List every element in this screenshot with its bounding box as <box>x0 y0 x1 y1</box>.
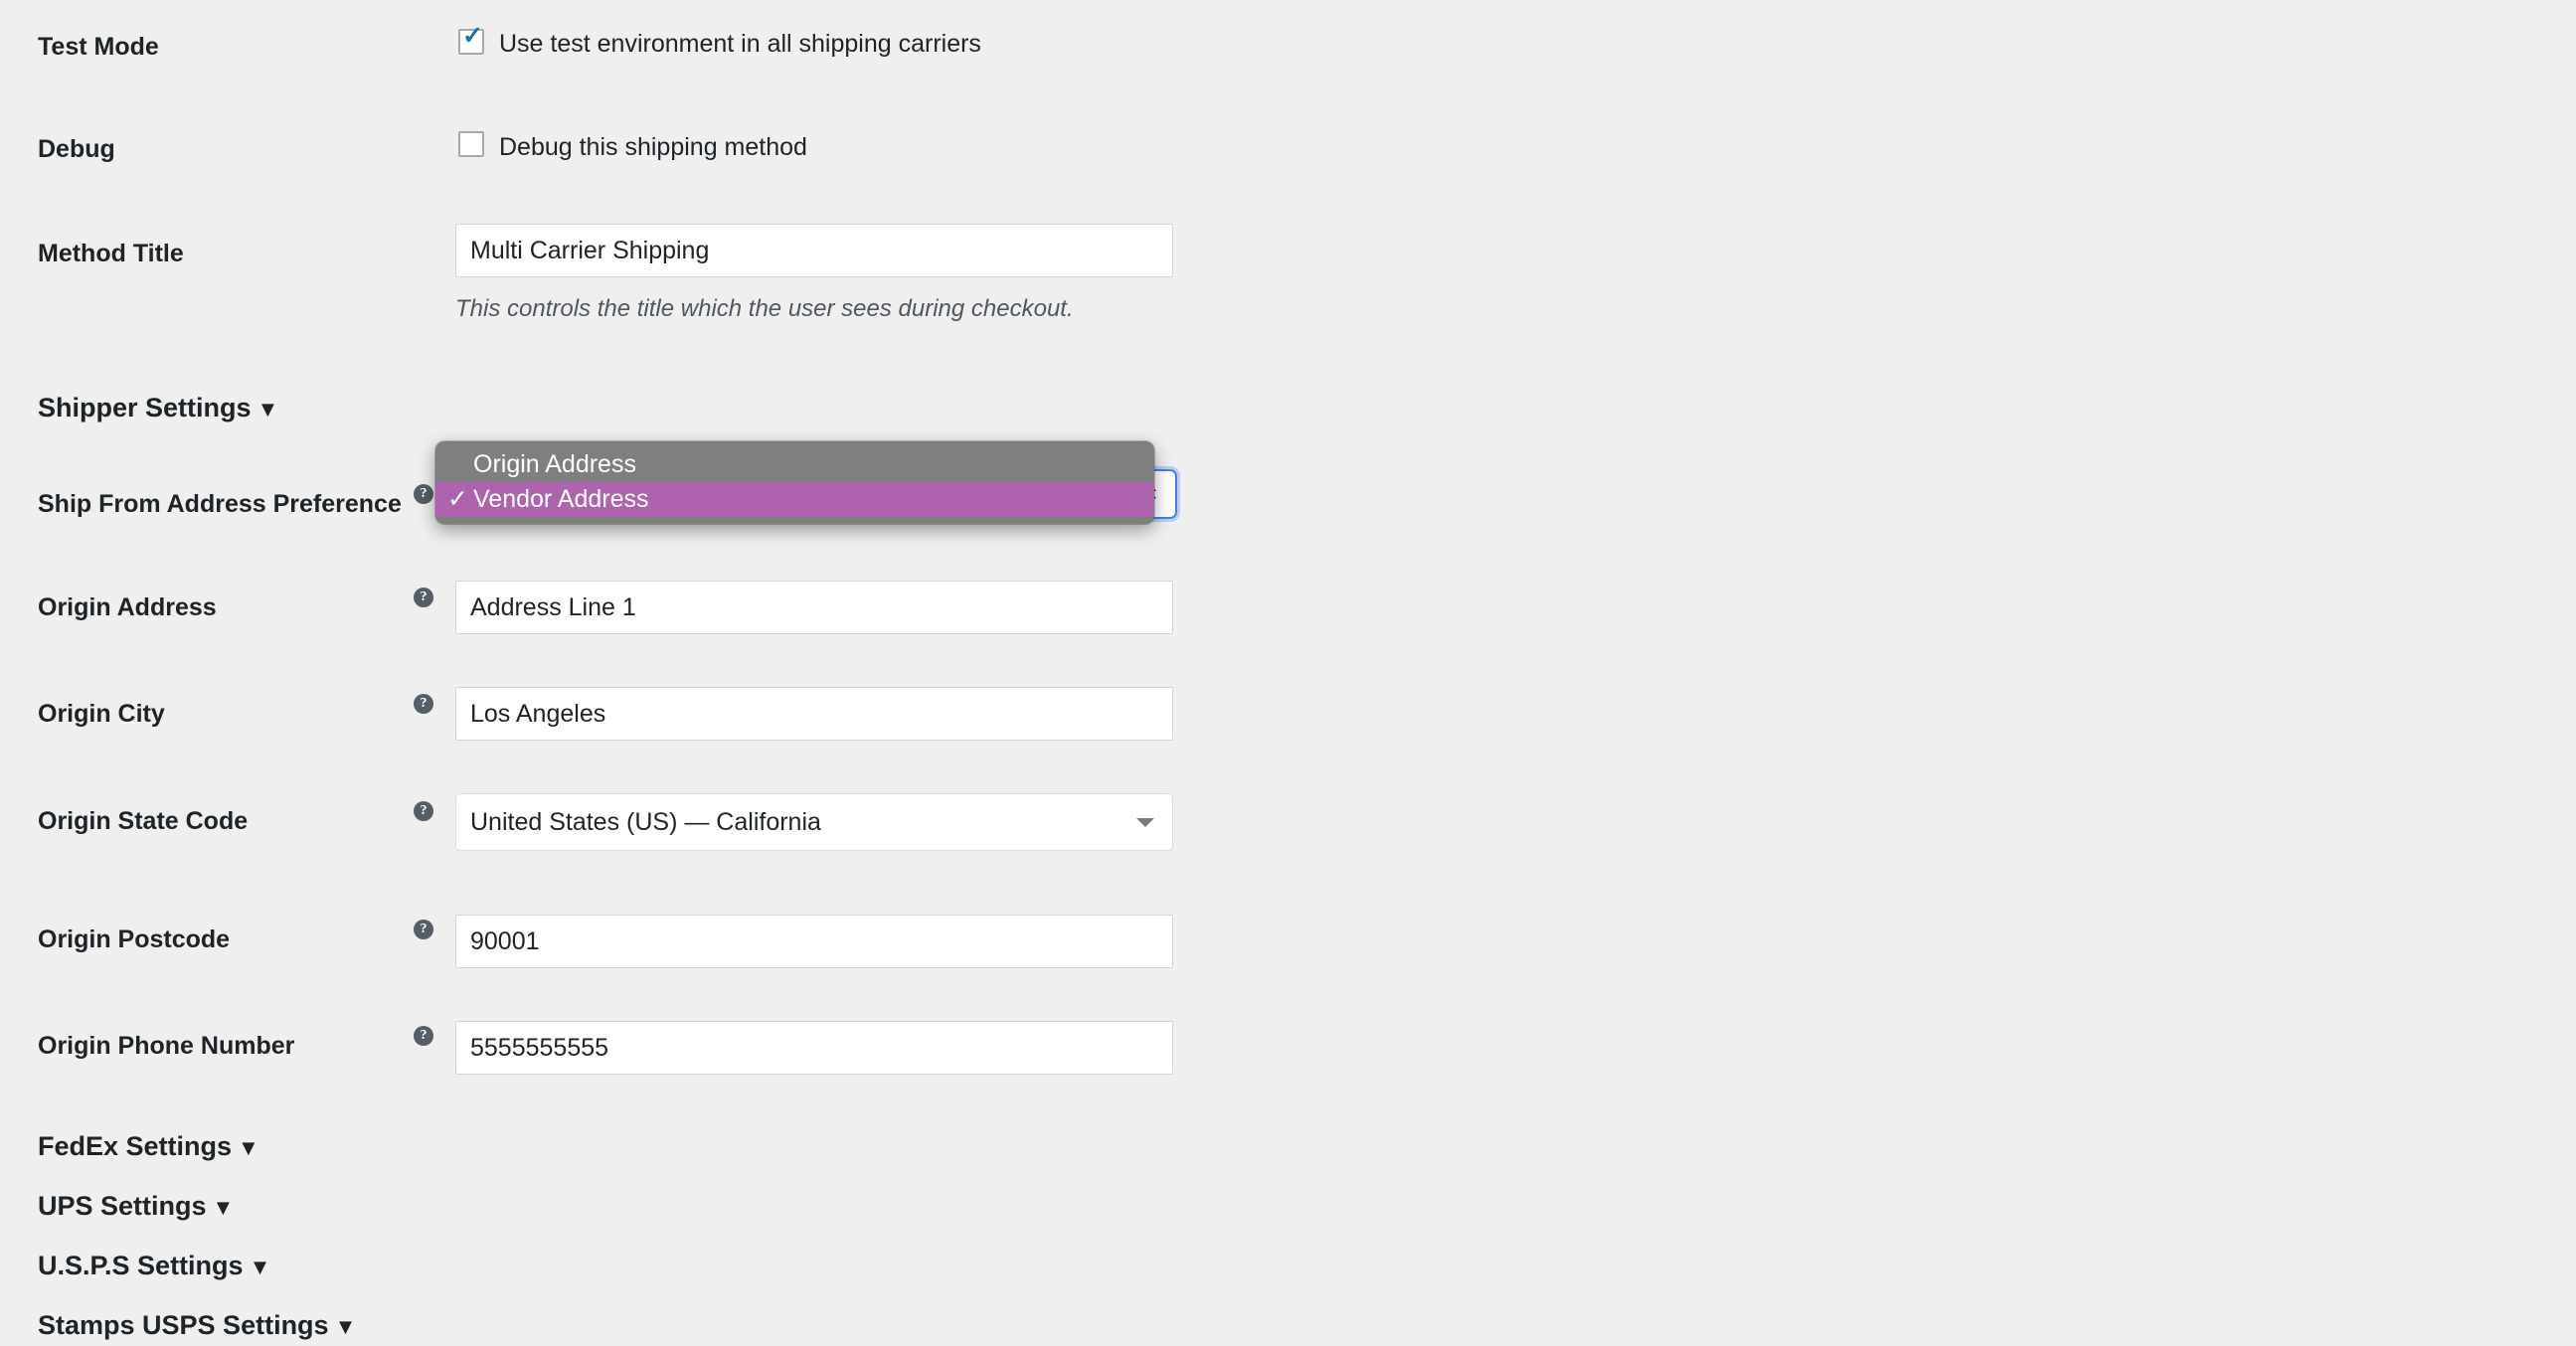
help-icon-origin-postcode[interactable]: ? <box>414 920 433 939</box>
origin-address-input[interactable]: Address Line 1 <box>455 581 1173 634</box>
label-origin-address: Origin Address <box>38 593 217 621</box>
section-shipper-settings-label: Shipper Settings <box>38 393 252 422</box>
label-method-title: Method Title <box>38 240 184 267</box>
section-ups-settings-label: UPS Settings <box>38 1191 207 1221</box>
label-debug: Debug <box>38 135 115 163</box>
dropdown-option-vendor-address-label: Vendor Address <box>473 485 649 513</box>
help-icon-origin-address[interactable]: ? <box>414 588 433 607</box>
section-fedex-settings-label: FedEx Settings <box>38 1131 233 1161</box>
dropdown-option-origin-address[interactable]: Origin Address <box>435 447 1154 482</box>
test-mode-checkbox[interactable]: ✓ <box>458 23 484 55</box>
chevron-down-icon: ▼ <box>212 1195 235 1220</box>
origin-state-code-value: United States (US) — California <box>470 808 821 836</box>
section-fedex-settings[interactable]: FedEx Settings ▼ <box>38 1133 259 1160</box>
label-origin-state-code: Origin State Code <box>38 807 249 835</box>
test-mode-checkbox-label[interactable]: Use test environment in all shipping car… <box>499 32 981 57</box>
origin-state-code-select[interactable]: United States (US) — California <box>455 793 1173 851</box>
help-icon-ship-from-address-preference[interactable]: ? <box>414 484 433 504</box>
origin-city-input[interactable]: Los Angeles <box>455 687 1173 741</box>
chevron-down-icon: ▼ <box>249 1255 271 1279</box>
section-stamps-usps-settings[interactable]: Stamps USPS Settings ▼ <box>38 1312 356 1339</box>
help-icon-origin-state-code[interactable]: ? <box>414 801 433 821</box>
section-usps-settings[interactable]: U.S.P.S Settings ▼ <box>38 1253 270 1279</box>
debug-checkbox-label[interactable]: Debug this shipping method <box>499 135 807 160</box>
method-title-description: This controls the title which the user s… <box>455 295 1074 322</box>
help-icon-origin-phone-number[interactable]: ? <box>414 1026 433 1046</box>
checkmark-icon: ✓ <box>447 485 468 513</box>
label-ship-from-address-preference: Ship From Address Preference <box>38 490 402 518</box>
origin-postcode-input[interactable]: 90001 <box>455 915 1173 968</box>
section-usps-settings-label: U.S.P.S Settings <box>38 1251 244 1280</box>
label-origin-phone-number: Origin Phone Number <box>38 1032 295 1060</box>
label-origin-city: Origin City <box>38 700 165 728</box>
ship-from-address-preference-dropdown[interactable]: Origin Address ✓ Vendor Address <box>435 441 1154 524</box>
chevron-down-icon: ▼ <box>238 1135 259 1160</box>
chevron-down-icon: ▼ <box>334 1314 357 1339</box>
debug-checkbox[interactable] <box>458 131 484 157</box>
section-ups-settings[interactable]: UPS Settings ▼ <box>38 1193 234 1220</box>
shipping-settings-page: Test Mode ✓ Use test environment in all … <box>0 0 2576 1346</box>
chevron-down-icon <box>1136 818 1154 827</box>
dropdown-option-vendor-address[interactable]: ✓ Vendor Address <box>435 482 1154 517</box>
help-icon-origin-city[interactable]: ? <box>414 694 433 714</box>
section-stamps-usps-settings-label: Stamps USPS Settings <box>38 1310 329 1340</box>
label-origin-postcode: Origin Postcode <box>38 925 231 953</box>
check-icon: ✓ <box>462 22 483 50</box>
section-shipper-settings[interactable]: Shipper Settings ▼ <box>38 395 278 421</box>
chevron-down-icon: ▼ <box>257 397 279 421</box>
method-title-input[interactable]: Multi Carrier Shipping <box>455 224 1173 277</box>
origin-phone-number-input[interactable]: 5555555555 <box>455 1021 1173 1075</box>
label-test-mode: Test Mode <box>38 33 159 61</box>
